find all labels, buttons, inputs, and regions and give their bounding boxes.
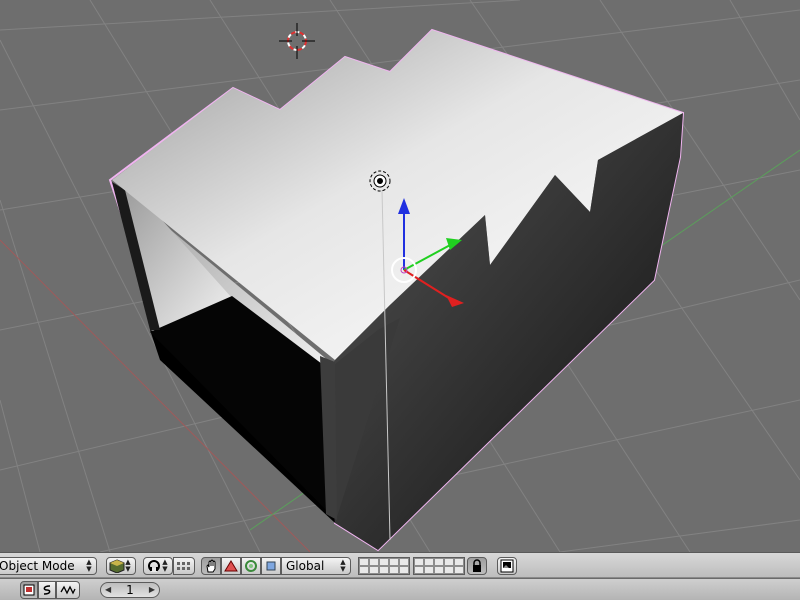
image-window-button[interactable] [20, 581, 38, 599]
orientation-label: Global [286, 559, 325, 573]
3d-cursor-icon[interactable] [279, 23, 315, 59]
rotate-manipulator-button[interactable] [241, 557, 261, 575]
pivot-point-icon [148, 560, 160, 572]
orientation-dropdown[interactable]: Global ▲ ▼ [281, 557, 351, 575]
frame-decrement-icon[interactable]: ◀ [105, 583, 111, 597]
render-image-icon [500, 559, 514, 573]
pivot-dropdown[interactable]: ▲ ▼ [143, 557, 173, 575]
translate-manipulator-button[interactable] [221, 557, 241, 575]
3d-viewport[interactable] [0, 0, 800, 552]
hand-icon [206, 559, 216, 573]
manipulator-toggle-button[interactable] [201, 557, 221, 575]
frame-value: 1 [126, 583, 134, 597]
mode-dropdown[interactable]: Object Mode ▲ ▼ [0, 557, 97, 575]
layer-buttons-2[interactable] [413, 557, 465, 575]
wave-icon [60, 585, 76, 595]
viewport-canvas[interactable] [0, 0, 800, 552]
updown-icon: ▲ ▼ [162, 558, 168, 573]
mode-label: Object Mode [0, 559, 75, 573]
lock-icon [473, 559, 481, 572]
snap-button[interactable] [173, 557, 195, 575]
draw-type-dropdown[interactable]: ▲ ▼ [106, 557, 136, 575]
snap-icon [177, 562, 190, 570]
3d-view-header: Object Mode ▲ ▼ ▲ ▼ ▲ ▼ Global ▲ ▼ [0, 552, 800, 578]
translate-triangle-icon [224, 560, 238, 572]
lock-button[interactable] [467, 557, 487, 575]
updown-icon: ▲ ▼ [340, 558, 346, 573]
current-frame-field[interactable]: ◀ 1 ▶ [100, 582, 160, 598]
scale-square-icon [266, 561, 276, 571]
layer-buttons-1[interactable] [358, 557, 410, 575]
scale-manipulator-button[interactable] [261, 557, 281, 575]
curve-window-button[interactable] [38, 581, 56, 599]
buttons-window-header: ◀ 1 ▶ [0, 578, 800, 600]
rotate-circle-icon [245, 560, 257, 572]
selected-object[interactable] [108, 28, 685, 552]
curve-s-icon [43, 585, 51, 595]
image-icon [23, 584, 35, 596]
wave-window-button[interactable] [56, 581, 80, 599]
solid-cube-icon [109, 559, 125, 573]
render-button[interactable] [497, 557, 517, 575]
updown-icon: ▲ ▼ [86, 558, 92, 573]
frame-increment-icon[interactable]: ▶ [149, 583, 155, 597]
updown-icon: ▲ ▼ [125, 558, 131, 573]
